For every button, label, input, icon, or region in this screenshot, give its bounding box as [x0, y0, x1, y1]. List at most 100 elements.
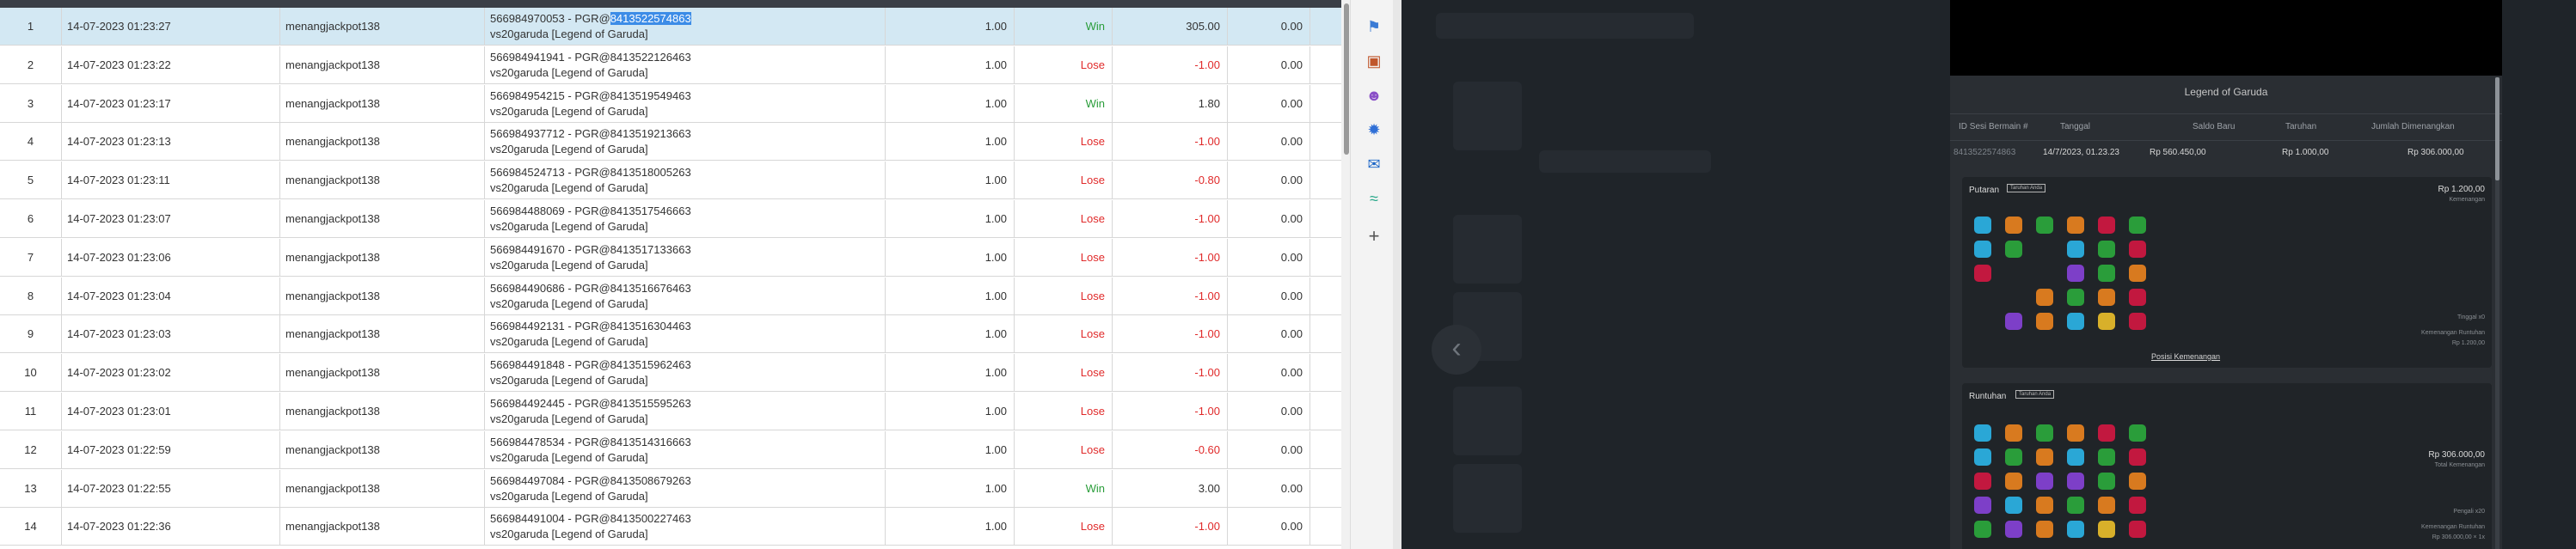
table-row[interactable]: 5 14-07-2023 01:23:11 menangjackpot138 5669…	[0, 162, 1350, 200]
briefcase-icon[interactable]: ▣	[1365, 52, 1383, 70]
gem-icon	[2067, 473, 2084, 490]
table-row[interactable]: 2 14-07-2023 01:23:22 menangjackpot138 5669…	[0, 46, 1350, 84]
spin-label: Putaran	[1969, 186, 2000, 195]
row-winloss: -1.00	[1113, 508, 1228, 546]
table-row[interactable]: 7 14-07-2023 01:23:06 menangjackpot138 5669…	[0, 238, 1350, 277]
gem-icon	[2129, 265, 2146, 282]
selected-text[interactable]: 8413522574863	[610, 12, 691, 25]
row-result: Lose	[1015, 162, 1113, 200]
win-positions-link[interactable]: Posisi Kemenangan	[2151, 352, 2220, 361]
row-username: menangjackpot138	[280, 8, 485, 46]
row-result: Lose	[1015, 430, 1113, 469]
table-row[interactable]: 9 14-07-2023 01:23:03 menangjackpot138 5669…	[0, 315, 1350, 354]
row-username: menangjackpot138	[280, 200, 485, 238]
tumble-amount: Rp 306.000,00	[2428, 450, 2485, 460]
gem-icon	[2129, 521, 2146, 538]
row-description: 566984492131 - PGR@8413516304463 vs20garu…	[485, 315, 886, 354]
table-row[interactable]: 10 14-07-2023 01:23:02 menangjackpot138 566…	[0, 354, 1350, 393]
row-description: 566984937712 - PGR@8413519213663 vs20garu…	[485, 123, 886, 162]
tumble-reels	[1974, 424, 2156, 545]
table-row[interactable]: 12 14-07-2023 01:22:59 menangjackpot138 566…	[0, 430, 1350, 469]
table-row[interactable]: 13 14-07-2023 01:22:55 menangjackpot138 566…	[0, 469, 1350, 508]
gem-icon	[2098, 265, 2115, 282]
row-result: Lose	[1015, 508, 1113, 546]
row-winloss: -1.00	[1113, 200, 1228, 238]
row-fee: 0.00	[1228, 277, 1310, 315]
description-game: vs20garuda [Legend of Garuda]	[490, 181, 648, 195]
row-description: 566984954215 - PGR@8413519549463 vs20garu…	[485, 84, 886, 123]
table-scrollbar-thumb[interactable]	[1344, 3, 1349, 155]
game-title: Legend of Garuda	[2184, 86, 2268, 98]
background-block	[1453, 82, 1522, 150]
table-header-bar	[0, 0, 1350, 8]
row-number: 10	[0, 354, 62, 393]
tumble-side-3: Rp 306.000,00 × 1x	[2432, 534, 2485, 540]
gem-icon	[2098, 289, 2115, 306]
row-date: 14-07-2023 01:23:22	[62, 46, 280, 84]
header-won: Jumlah Dimenangkan	[2371, 122, 2455, 131]
row-winloss: -1.00	[1113, 123, 1228, 162]
row-winloss: -1.00	[1113, 315, 1228, 354]
back-button[interactable]: ‹	[1432, 325, 1481, 375]
gem-icon	[2067, 313, 2084, 330]
row-description: 566984491004 - PGR@8413500227463 vs20garu…	[485, 508, 886, 546]
gem-icon	[2005, 241, 2022, 258]
row-username: menangjackpot138	[280, 315, 485, 354]
gem-icon	[2067, 448, 2084, 466]
row-bet: 1.00	[886, 430, 1015, 469]
row-number: 13	[0, 469, 62, 508]
description-game: vs20garuda [Legend of Garuda]	[490, 258, 648, 271]
row-bet: 1.00	[886, 200, 1015, 238]
row-fee: 0.00	[1228, 162, 1310, 200]
spin-tag: Taruhan Anda	[2007, 184, 2046, 192]
row-winloss: 1.80	[1113, 84, 1228, 123]
row-winloss: 3.00	[1113, 469, 1228, 508]
row-bet: 1.00	[886, 508, 1015, 546]
settings-icon[interactable]: ✹	[1365, 120, 1383, 139]
sidebar-edge	[1393, 0, 1401, 549]
row-description: 566984941941 - PGR@8413522126463 vs20garu…	[485, 46, 886, 84]
edge-icon[interactable]: ≈	[1365, 189, 1383, 208]
table-row[interactable]: 4 14-07-2023 01:23:13 menangjackpot138 5669…	[0, 123, 1350, 162]
gem-icon	[1974, 217, 1991, 234]
table-row[interactable]: 14 14-07-2023 01:22:36 menangjackpot138 566…	[0, 508, 1350, 546]
row-description: 566984497084 - PGR@8413508679263 vs20garu…	[485, 469, 886, 508]
table-row[interactable]: 11 14-07-2023 01:23:01 menangjackpot138 566…	[0, 393, 1350, 430]
table-row[interactable]: 1 14-07-2023 01:23:27 menangjackpot138 5669…	[0, 8, 1350, 46]
description-id: 566984937712 - PGR@8413519213663	[490, 127, 691, 141]
description-game: vs20garuda [Legend of Garuda]	[490, 104, 648, 118]
description-id: 566984970053 - PGR@	[490, 12, 610, 25]
gem-icon	[2005, 448, 2022, 466]
plus-icon[interactable]: +	[1365, 227, 1383, 246]
gem-icon	[2067, 497, 2084, 514]
row-result: Win	[1015, 84, 1113, 123]
row-description: 566984490686 - PGR@8413516676463 vs20garu…	[485, 277, 886, 315]
description-game: vs20garuda [Legend of Garuda]	[490, 296, 648, 310]
row-date: 14-07-2023 01:23:01	[62, 393, 280, 430]
table-row[interactable]: 8 14-07-2023 01:23:04 menangjackpot138 5669…	[0, 277, 1350, 315]
users-icon[interactable]: ☻	[1365, 86, 1383, 105]
row-result: Lose	[1015, 393, 1113, 430]
row-date: 14-07-2023 01:23:04	[62, 277, 280, 315]
table-row[interactable]: 3 14-07-2023 01:23:17 menangjackpot138 5669…	[0, 84, 1350, 123]
row-date: 14-07-2023 01:23:06	[62, 238, 280, 277]
tag-icon[interactable]: ⚑	[1365, 17, 1383, 36]
description-game: vs20garuda [Legend of Garuda]	[490, 335, 648, 349]
gem-icon	[2036, 497, 2053, 514]
gem-icon	[1974, 424, 1991, 442]
description-id: 566984491670 - PGR@8413517133663	[490, 242, 691, 256]
row-description: 566984524713 - PGR@8413518005263 vs20garu…	[485, 162, 886, 200]
row-fee: 0.00	[1228, 430, 1310, 469]
description-id: 566984488069 - PGR@8413517546663	[490, 204, 691, 217]
gem-icon	[2067, 217, 2084, 234]
row-bet: 1.00	[886, 8, 1015, 46]
detail-header-row: ID Sesi Bermain # Tanggal Saldo Baru Tar…	[1950, 113, 2502, 141]
table-row[interactable]: 6 14-07-2023 01:23:07 menangjackpot138 5669…	[0, 200, 1350, 238]
outlook-icon[interactable]: ✉	[1365, 155, 1383, 174]
gem-icon	[2098, 521, 2115, 538]
row-description: 566984492445 - PGR@8413515595263 vs20garu…	[485, 393, 886, 430]
gem-icon	[2098, 448, 2115, 466]
description-id: 566984492445 - PGR@8413515595263	[490, 397, 691, 410]
panel-scrollbar-thumb[interactable]	[2495, 77, 2499, 180]
row-number: 6	[0, 200, 62, 238]
